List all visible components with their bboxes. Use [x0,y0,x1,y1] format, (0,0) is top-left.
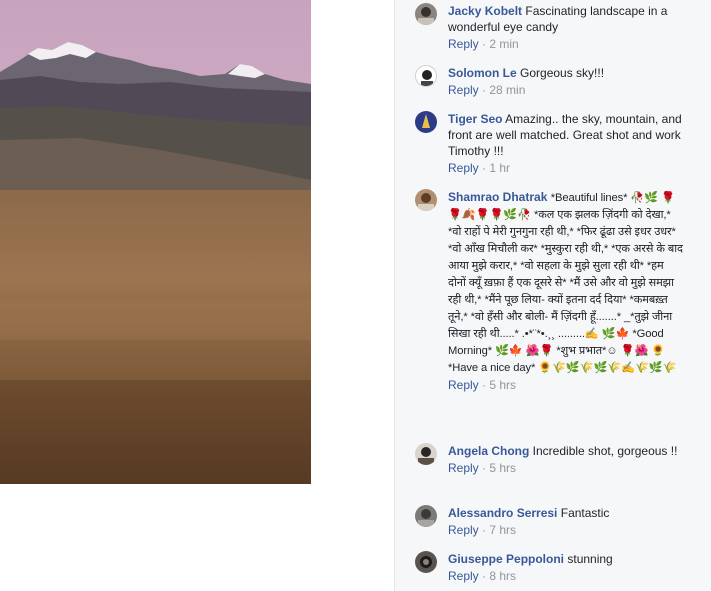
avatar[interactable] [415,443,437,465]
comment-text: Fantastic [560,506,610,520]
avatar[interactable] [415,3,437,25]
comment-text: *Beautiful lines* 🥀🌿 🌹🌹🍂🌹🌹🌿🥀 *कल एक झलक … [448,192,683,374]
separator: · [482,83,487,97]
mountain-landscape-image [0,0,311,484]
post-photo[interactable] [0,0,311,484]
comment-item: Angela Chong Incredible shot, gorgeous !… [415,443,683,476]
separator: · [482,378,487,392]
reply-link[interactable]: Reply [448,523,479,537]
reply-link[interactable]: Reply [448,569,479,583]
separator: · [482,37,487,51]
separator: · [482,569,487,583]
comment-item: Shamrao Dhatrak *Beautiful lines* 🥀🌿 🌹🌹🍂… [415,189,683,393]
comment-item: Tiger Seo Amazing.. the sky, mountain, a… [415,111,683,176]
comment-item: Giuseppe Peppoloni stunning Reply · 8 hr… [415,551,683,584]
avatar[interactable] [415,189,437,211]
comment-author[interactable]: Giuseppe Peppoloni [448,552,564,566]
comment-text: stunning [567,552,613,566]
comments-panel: Jacky Kobelt Fascinating landscape in a … [394,0,711,591]
comment-time[interactable]: 8 hrs [489,569,516,583]
comment-time[interactable]: 5 hrs [489,378,516,392]
comment-time[interactable]: 5 hrs [489,461,516,475]
comment-author[interactable]: Shamrao Dhatrak [448,190,547,204]
comment-author[interactable]: Solomon Le [448,66,517,80]
comment-author[interactable]: Tiger Seo [448,112,502,126]
reply-link[interactable]: Reply [448,37,479,51]
avatar[interactable] [415,505,437,527]
separator: · [482,161,487,175]
comment-time[interactable]: 7 hrs [489,523,516,537]
reply-link[interactable]: Reply [448,83,479,97]
separator: · [482,523,487,537]
avatar[interactable] [415,111,437,133]
comment-item: Solomon Le Gorgeous sky!!! Reply · 28 mi… [415,65,683,98]
reply-link[interactable]: Reply [448,161,479,175]
avatar[interactable] [415,551,437,573]
comment-text: Incredible shot, gorgeous !! [532,444,678,458]
comment-author[interactable]: Alessandro Serresi [448,506,557,520]
comment-time[interactable]: 28 min [489,83,525,97]
comment-author[interactable]: Jacky Kobelt [448,4,522,18]
comment-item: Alessandro Serresi Fantastic Reply · 7 h… [415,505,683,538]
avatar[interactable] [415,65,437,87]
reply-link[interactable]: Reply [448,461,479,475]
separator: · [482,461,487,475]
comment-item: Jacky Kobelt Fascinating landscape in a … [415,3,683,52]
comment-text: Gorgeous sky!!! [520,66,605,80]
reply-link[interactable]: Reply [448,378,479,392]
comment-time[interactable]: 1 hr [489,161,510,175]
comment-author[interactable]: Angela Chong [448,444,529,458]
comment-time[interactable]: 2 min [489,37,518,51]
